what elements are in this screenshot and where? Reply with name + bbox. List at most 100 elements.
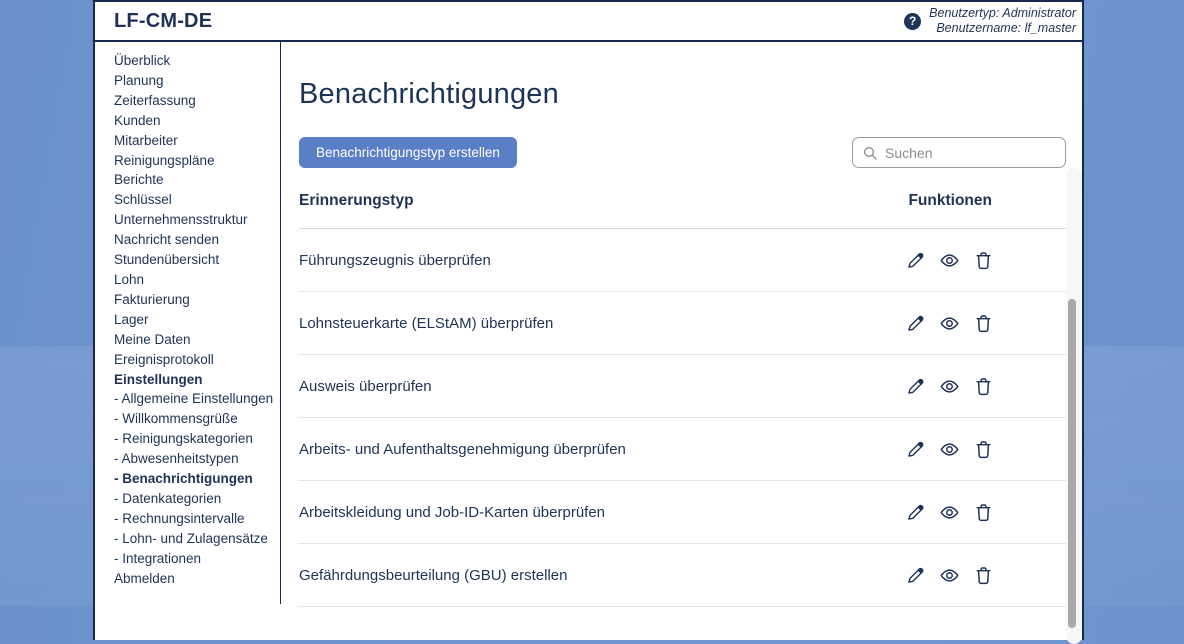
table-body: Führungszeugnis überprüfen [299, 229, 1066, 607]
sidebar-item-reinigungspläne[interactable]: Reinigungspläne [114, 151, 280, 171]
eye-icon [939, 376, 960, 397]
delete-button[interactable] [973, 439, 994, 460]
row-actions [905, 250, 1066, 271]
table-header: Erinnerungstyp Funktionen [299, 168, 1066, 229]
user-type-label: Benutzertyp: Administrator [929, 6, 1076, 22]
table-row[interactable]: Gefährdungsbeurteilung (GBU) erstellen [299, 544, 1066, 607]
sidebar-item-zeiterfassung[interactable]: Zeiterfassung [114, 91, 280, 111]
row-actions [905, 376, 1066, 397]
delete-button[interactable] [973, 376, 994, 397]
row-actions [905, 565, 1066, 586]
sidebar-item-benachrichtigungen[interactable]: - Benachrichtigungen [114, 469, 280, 489]
sidebar-item-unternehmensstruktur[interactable]: Unternehmensstruktur [114, 210, 280, 230]
app-header: LF-CM-DE ? Benutzertyp: Administrator Be… [95, 2, 1082, 42]
pencil-icon [905, 502, 926, 523]
sidebar-item-allgemeine-einstellungen[interactable]: - Allgemeine Einstellungen [114, 389, 280, 409]
edit-button[interactable] [905, 313, 926, 334]
sidebar-item-willkommensgrüße[interactable]: - Willkommensgrüße [114, 409, 280, 429]
reminder-type-label: Führungszeugnis überprüfen [299, 252, 491, 269]
edit-button[interactable] [905, 376, 926, 397]
pencil-icon [905, 313, 926, 334]
sidebar-item-reinigungskategorien[interactable]: - Reinigungskategorien [114, 429, 280, 449]
header-user-area: ? Benutzertyp: Administrator Benutzernam… [904, 6, 1076, 37]
trash-icon [973, 502, 994, 523]
column-header-functions: Funktionen [908, 192, 1066, 210]
sidebar-item-überblick[interactable]: Überblick [114, 51, 280, 71]
view-button[interactable] [939, 502, 960, 523]
trash-icon [973, 565, 994, 586]
delete-button[interactable] [973, 250, 994, 271]
pencil-icon [905, 565, 926, 586]
page-title: Benachrichtigungen [299, 78, 1066, 111]
eye-icon [939, 439, 960, 460]
sidebar-item-meine-daten[interactable]: Meine Daten [114, 330, 280, 350]
sidebar-item-nachricht-senden[interactable]: Nachricht senden [114, 230, 280, 250]
scrollbar-track[interactable] [1066, 168, 1082, 644]
view-button[interactable] [939, 250, 960, 271]
app-window: LF-CM-DE ? Benutzertyp: Administrator Be… [93, 0, 1084, 640]
sidebar-item-planung[interactable]: Planung [114, 71, 280, 91]
pencil-icon [905, 439, 926, 460]
edit-button[interactable] [905, 439, 926, 460]
pencil-icon [905, 376, 926, 397]
toolbar: Benachrichtigungstyp erstellen [299, 137, 1066, 168]
scrollbar-thumb[interactable] [1068, 299, 1076, 628]
sidebar-item-rechnungsintervalle[interactable]: - Rechnungsintervalle [114, 509, 280, 529]
search-icon [862, 145, 878, 161]
help-icon[interactable]: ? [904, 13, 921, 30]
reminder-type-label: Ausweis überprüfen [299, 378, 432, 395]
sidebar-item-datenkategorien[interactable]: - Datenkategorien [114, 489, 280, 509]
reminder-type-label: Arbeitskleidung und Job-ID-Karten überpr… [299, 504, 605, 521]
sidebar-item-abmelden[interactable]: Abmelden [114, 569, 280, 589]
sidebar-item-schlüssel[interactable]: Schlüssel [114, 190, 280, 210]
create-notification-type-button[interactable]: Benachrichtigungstyp erstellen [299, 137, 517, 168]
reminder-type-label: Gefährdungsbeurteilung (GBU) erstellen [299, 567, 567, 584]
sidebar-item-stundenübersicht[interactable]: Stundenübersicht [114, 250, 280, 270]
row-actions [905, 502, 1066, 523]
edit-button[interactable] [905, 502, 926, 523]
delete-button[interactable] [973, 502, 994, 523]
user-name-label: Benutzername: lf_master [929, 21, 1076, 37]
app-title: LF-CM-DE [114, 10, 212, 33]
sidebar-item-kunden[interactable]: Kunden [114, 111, 280, 131]
sidebar-item-lohn-und-zulagensätze[interactable]: - Lohn- und Zulagensätze [114, 529, 280, 549]
reminder-type-label: Lohnsteuerkarte (ELStAM) überprüfen [299, 315, 553, 332]
eye-icon [939, 502, 960, 523]
sidebar-item-integrationen[interactable]: - Integrationen [114, 549, 280, 569]
trash-icon [973, 439, 994, 460]
search-box[interactable] [852, 137, 1066, 168]
table-row[interactable]: Arbeitskleidung und Job-ID-Karten überpr… [299, 481, 1066, 544]
edit-button[interactable] [905, 565, 926, 586]
sidebar-item-abwesenheitstypen[interactable]: - Abwesenheitstypen [114, 449, 280, 469]
reminder-type-label: Arbeits- und Aufenthaltsgenehmigung über… [299, 441, 626, 458]
delete-button[interactable] [973, 565, 994, 586]
view-button[interactable] [939, 313, 960, 334]
sidebar-item-lohn[interactable]: Lohn [114, 270, 280, 290]
sidebar-item-einstellungen[interactable]: Einstellungen [114, 370, 280, 390]
sidebar-item-mitarbeiter[interactable]: Mitarbeiter [114, 131, 280, 151]
pencil-icon [905, 250, 926, 271]
edit-button[interactable] [905, 250, 926, 271]
table-row[interactable]: Ausweis überprüfen [299, 355, 1066, 418]
table-row[interactable]: Führungszeugnis überprüfen [299, 229, 1066, 292]
sidebar-item-fakturierung[interactable]: Fakturierung [114, 290, 280, 310]
trash-icon [973, 376, 994, 397]
trash-icon [973, 313, 994, 334]
view-button[interactable] [939, 376, 960, 397]
view-button[interactable] [939, 439, 960, 460]
row-actions [905, 439, 1066, 460]
column-header-type: Erinnerungstyp [299, 192, 414, 210]
sidebar-item-lager[interactable]: Lager [114, 310, 280, 330]
sidebar-item-ereignisprotokoll[interactable]: Ereignisprotokoll [114, 350, 280, 370]
row-actions [905, 313, 1066, 334]
main-content: Benachrichtigungen Benachrichtigungstyp … [281, 42, 1082, 604]
eye-icon [939, 313, 960, 334]
eye-icon [939, 250, 960, 271]
app-body: ÜberblickPlanungZeiterfassungKundenMitar… [95, 42, 1082, 604]
sidebar-item-berichte[interactable]: Berichte [114, 170, 280, 190]
table-row[interactable]: Arbeits- und Aufenthaltsgenehmigung über… [299, 418, 1066, 481]
table-row[interactable]: Lohnsteuerkarte (ELStAM) überprüfen [299, 292, 1066, 355]
delete-button[interactable] [973, 313, 994, 334]
search-input[interactable] [885, 145, 1056, 161]
view-button[interactable] [939, 565, 960, 586]
